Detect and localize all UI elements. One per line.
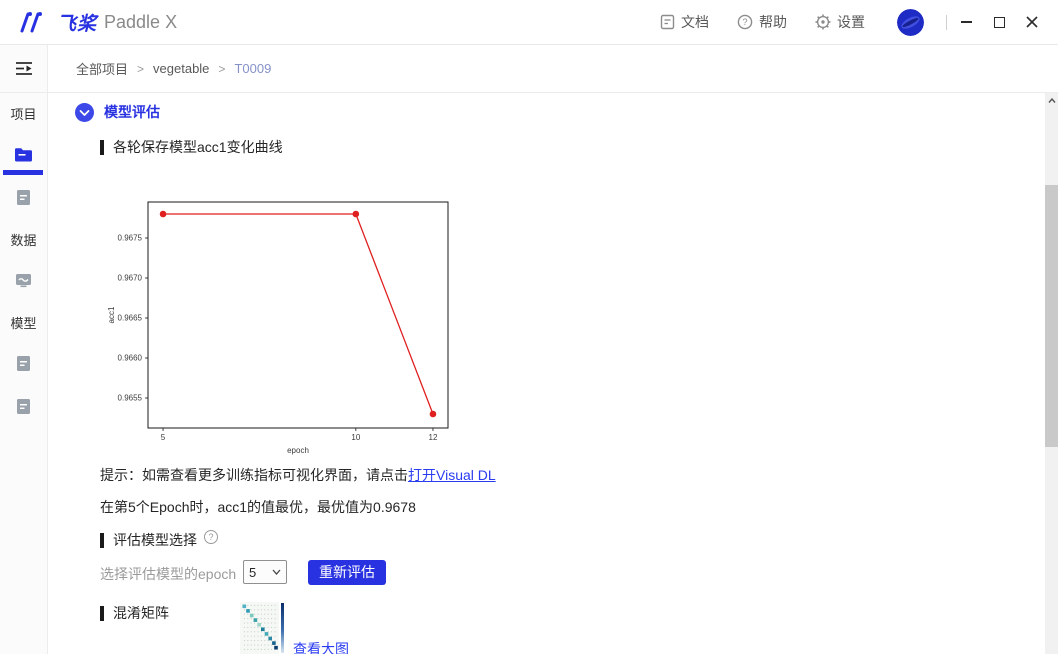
svg-text:?: ? [742,17,747,27]
settings-button[interactable]: 设置 [815,12,865,32]
question-circle-icon: ? [737,14,753,30]
chevron-up-icon [1048,98,1056,103]
model-eval-section-header[interactable]: 模型评估 [75,102,160,122]
breadcrumb-separator: > [218,62,225,76]
sidebar-group-label-model: 模型 [0,302,47,342]
eval-select-header: 评估模型选择 ? [100,530,218,550]
breadcrumb-separator: > [137,62,144,76]
confusion-title: 混淆矩阵 [113,603,169,623]
visual-dl-link[interactable]: 打开Visual DL [408,467,496,483]
epoch-select[interactable]: 5 [243,560,287,584]
close-icon [1026,16,1038,28]
app-logo: 飞桨 Paddle X [18,9,177,36]
document-icon [660,14,675,30]
vertical-scrollbar[interactable] [1045,93,1058,654]
breadcrumb-item-all-projects[interactable]: 全部项目 [76,59,128,78]
breadcrumb-item-vegetable[interactable]: vegetable [153,61,209,76]
section-title: 模型评估 [104,102,160,122]
tip-text: 提示：如需查看更多训练指标可视化界面，请点击打开Visual DL [100,465,496,485]
topbar: 飞桨 Paddle X 文档 ? 帮助 [0,0,1058,45]
section-marker [100,533,104,548]
maximize-icon [994,17,1005,28]
maximize-button[interactable] [985,8,1013,36]
collapse-menu-button[interactable] [0,45,47,93]
svg-text:12: 12 [429,433,438,442]
svg-text:epoch: epoch [287,446,309,455]
gear-icon [815,14,831,30]
section-marker [100,140,104,155]
chevron-down-circle-icon [75,103,94,122]
file-icon [16,355,31,372]
view-large-link[interactable]: 查看大图 [293,641,349,654]
epoch-select-value: 5 [249,565,256,580]
help-circle-icon[interactable]: ? [204,530,218,544]
sidebar-item-project-list[interactable] [0,133,47,176]
logo-text-cn: 飞桨 [57,9,97,36]
minimize-icon [961,21,972,23]
paddle-logo-icon [18,11,52,33]
svg-text:0.9655: 0.9655 [118,394,143,403]
svg-text:0.9660: 0.9660 [118,354,143,363]
view-large-row: 查看大图 [293,639,349,654]
sidebar-item-model-doc-2[interactable] [0,385,47,428]
confusion-matrix-thumbnail[interactable] [240,600,285,654]
svg-text:10: 10 [351,433,360,442]
monitor-chart-icon [15,273,32,288]
epoch-select-label: 选择评估模型的epoch [100,564,236,584]
confusion-header: 混淆矩阵 [100,603,169,623]
sidebar-group-label-project: 项目 [0,93,47,133]
chart-title: 各轮保存模型acc1变化曲线 [113,137,283,157]
scrollbar-thumb[interactable] [1045,185,1058,447]
sidebar-item-data-visual[interactable] [0,259,47,302]
svg-text:0.9665: 0.9665 [118,314,143,323]
avatar[interactable] [897,9,924,36]
scroll-up-button[interactable] [1045,93,1058,108]
help-label: 帮助 [759,12,787,32]
docs-label: 文档 [681,12,709,32]
close-button[interactable] [1018,8,1046,36]
hamburger-icon [15,61,33,76]
app-window: 飞桨 Paddle X 文档 ? 帮助 [0,0,1058,654]
help-button[interactable]: ? 帮助 [737,12,787,32]
chevron-down-icon [272,569,281,575]
sidebar-group-label-data: 数据 [0,219,47,259]
docs-button[interactable]: 文档 [660,12,709,32]
settings-label: 设置 [837,12,865,32]
eval-select-title: 评估模型选择 [113,530,197,550]
logo-text-en: Paddle X [104,12,177,33]
chart-title-row: 各轮保存模型acc1变化曲线 [100,137,283,157]
acc1-line-chart: 0.9655 0.9660 0.9665 0.9670 0.9675 5 10 12 epoch… [105,193,465,455]
main-content: 模型评估 各轮保存模型acc1变化曲线 0.96550.96600.96650.… [48,93,1045,654]
svg-text:0.9670: 0.9670 [118,274,143,283]
window-separator [946,15,947,30]
breadcrumb: 全部项目 > vegetable > T0009 [48,45,1058,93]
svg-text:5: 5 [161,433,166,442]
file-icon [16,189,31,206]
tip-prefix: 提示：如需查看更多训练指标可视化界面，请点击 [100,467,408,483]
reevaluate-button[interactable]: 重新评估 [308,560,386,585]
section-marker [100,606,104,621]
sidebar: 项目 数据 模型 [0,45,48,654]
chart-canvas: 0.9655 0.9660 0.9665 0.9670 0.9675 5 10 12 epoch… [105,193,465,455]
folder-icon [14,147,33,162]
best-epoch-text: 在第5个Epoch时，acc1的值最优，最优值为0.9678 [100,497,416,517]
file-icon [16,398,31,415]
svg-text:acc1: acc1 [107,306,116,323]
minimize-button[interactable] [952,8,980,36]
breadcrumb-item-current: T0009 [234,61,271,76]
svg-text:0.9675: 0.9675 [118,234,143,243]
sidebar-item-model-doc-1[interactable] [0,342,47,385]
sidebar-item-project-doc[interactable] [0,176,47,219]
